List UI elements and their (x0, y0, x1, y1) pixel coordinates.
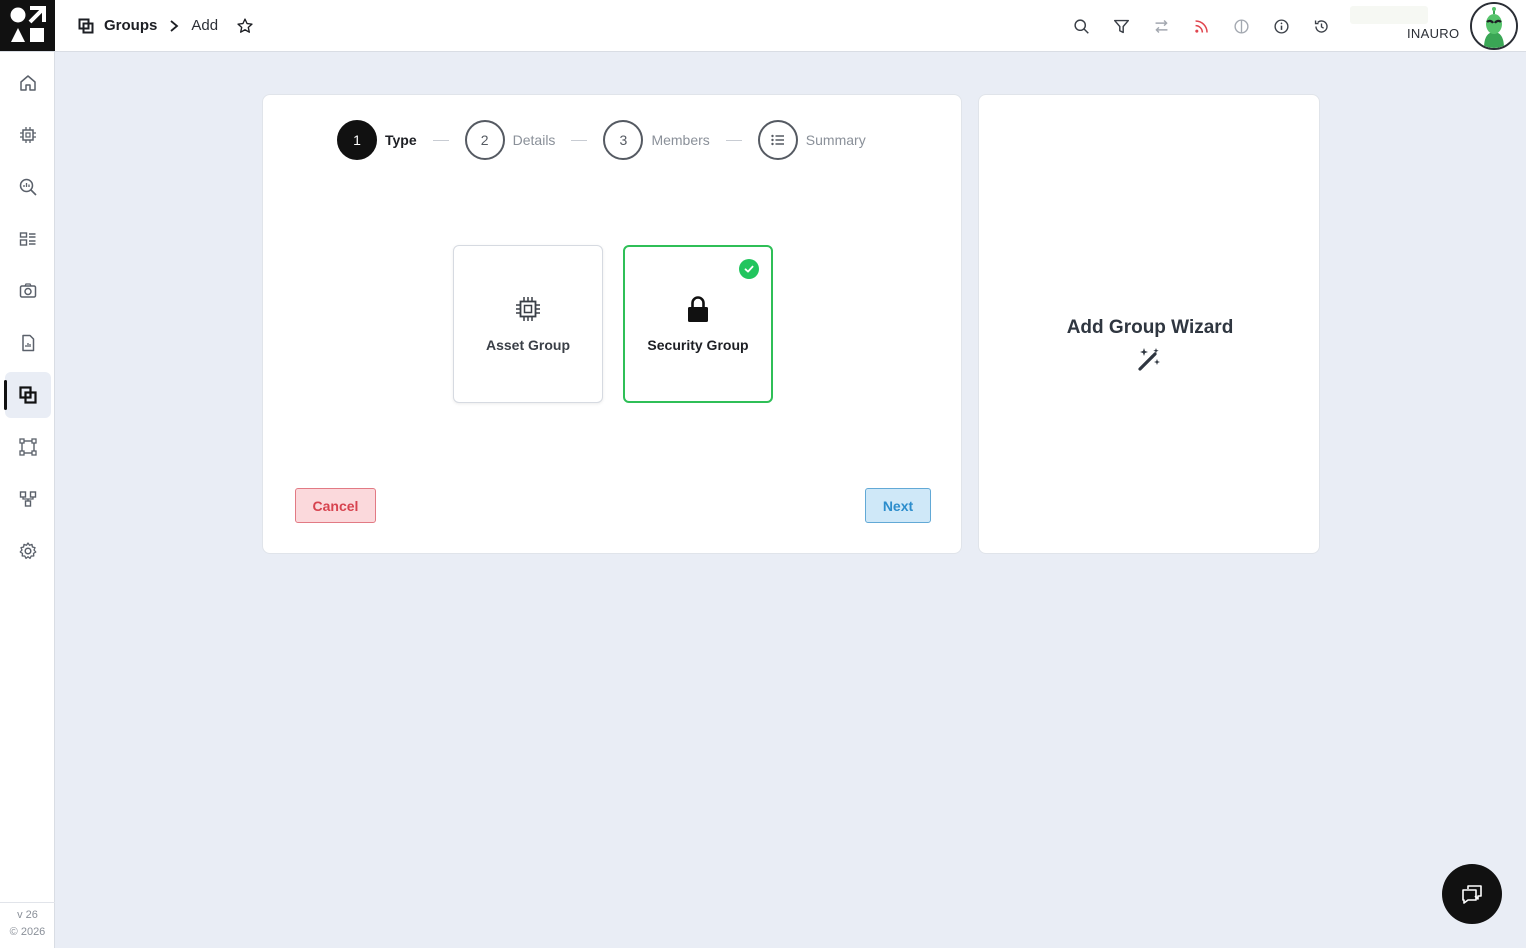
favorite-star-icon[interactable] (236, 17, 254, 35)
step-label: Summary (805, 132, 866, 148)
frame-icon (19, 438, 37, 456)
lock-icon (688, 296, 708, 322)
step-summary-circle (757, 120, 798, 160)
sidebar-item-settings[interactable] (5, 528, 51, 574)
info-panel-title: Add Group Wizard (1066, 317, 1234, 338)
toolbar-icons (1068, 13, 1334, 39)
step-summary[interactable]: Summary (757, 120, 866, 160)
sidebar-item-dashboards[interactable] (5, 216, 51, 262)
step-members[interactable]: 3 Members (603, 120, 710, 160)
sidebar-item-snapshots[interactable] (5, 268, 51, 314)
sidebar-item-assets[interactable] (5, 112, 51, 158)
step-connector (725, 139, 742, 141)
home-icon (20, 75, 36, 91)
step-connector (571, 139, 588, 141)
avatar[interactable] (1470, 2, 1518, 50)
breadcrumb-current-page: Add (191, 17, 219, 34)
step-number: 3 (603, 120, 644, 160)
step-label: Members (651, 132, 710, 148)
step-details[interactable]: 2 Details (464, 120, 556, 160)
user-name[interactable]: INAURO (1407, 26, 1459, 41)
sidebar-item-hierarchy[interactable] (5, 476, 51, 522)
groups-icon (19, 386, 37, 404)
step-number: 1 (337, 120, 377, 160)
version-number: v 26 (17, 909, 38, 921)
list-icon (771, 134, 784, 146)
swap-icon[interactable] (1148, 13, 1174, 39)
info-icon[interactable] (1268, 13, 1294, 39)
step-label: Type (385, 132, 417, 148)
sidebar-divider (0, 902, 55, 903)
notification-placeholder (1350, 6, 1428, 24)
chat-button[interactable] (1442, 864, 1502, 924)
sidebar-item-analytics[interactable] (5, 164, 51, 210)
sidebar-item-home[interactable] (5, 60, 51, 106)
rss-icon[interactable] (1188, 13, 1214, 39)
camera-icon (19, 283, 37, 298)
step-connector (432, 139, 449, 141)
report-icon (22, 334, 35, 352)
chip-icon (20, 127, 36, 143)
magic-wand-icon (1137, 346, 1163, 377)
asset-group-option[interactable]: Asset Group (453, 245, 603, 403)
chat-icon (1462, 885, 1482, 904)
contrast-icon[interactable] (1228, 13, 1254, 39)
sidebar-item-groups[interactable] (4, 372, 51, 418)
breadcrumb-groups-link[interactable]: Groups (104, 17, 157, 34)
wizard-info-panel: Add Group Wizard (978, 94, 1320, 554)
app-logo[interactable] (0, 0, 55, 51)
copyright-text: © 2026 (9, 926, 46, 938)
step-number: 2 (464, 120, 505, 160)
step-type[interactable]: 1 Type (337, 120, 417, 160)
wizard-stepper: 1 Type 2 Details 3 Members Summary (337, 120, 866, 160)
hierarchy-icon (19, 491, 37, 507)
sidebar: v 26 © 2026 (0, 52, 55, 948)
history-icon[interactable] (1308, 13, 1334, 39)
cancel-button[interactable]: Cancel (295, 488, 376, 523)
breadcrumb: Groups Add (78, 0, 254, 51)
filter-icon[interactable] (1108, 13, 1134, 39)
logo-icon (10, 6, 46, 42)
add-group-wizard-card: 1 Type 2 Details 3 Members Summary Asset… (262, 94, 962, 554)
next-button[interactable]: Next (865, 488, 931, 523)
step-label: Details (512, 132, 556, 148)
avatar-image (1472, 4, 1516, 48)
sidebar-item-frames[interactable] (5, 424, 51, 470)
security-group-option[interactable]: Security Group (623, 245, 773, 403)
chevron-right-icon (167, 19, 181, 33)
search-icon[interactable] (1068, 13, 1094, 39)
settings-icon (19, 542, 37, 560)
selected-check-icon (739, 259, 759, 279)
option-label: Asset Group (485, 337, 570, 353)
dashboard-icon (19, 232, 36, 246)
groups-icon (78, 18, 94, 34)
chip-icon (516, 297, 540, 321)
search-analytics-icon (19, 178, 37, 196)
option-label: Security Group (647, 337, 749, 353)
top-bar: Groups Add INAURO (0, 0, 1526, 52)
version-info: v 26 © 2026 (0, 907, 55, 941)
sidebar-item-reports[interactable] (5, 320, 51, 366)
